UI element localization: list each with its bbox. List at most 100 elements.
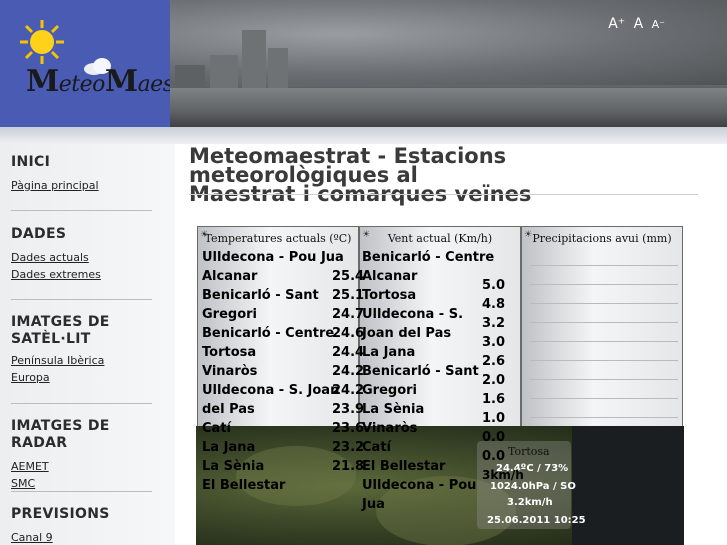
sidebar-link-peninsula-iberica[interactable]: Península Ibèrica	[11, 352, 152, 369]
wind-value: 0.0	[482, 449, 506, 464]
temperature-row: Vinaròs 24.2	[202, 362, 364, 381]
station-name: Benicarló - Sant	[202, 288, 319, 303]
temperature-value: 25.1	[332, 288, 365, 303]
wind-station-name: Jua	[362, 497, 385, 512]
temperature-row: Benicarló - Centre 24.6	[202, 324, 364, 343]
station-name: El Bellestar	[202, 478, 286, 493]
widget-grid-line	[530, 379, 678, 380]
widget-header: Precipitacions avui (mm)	[532, 232, 672, 245]
precipitation-widget[interactable]: ☀ Precipitacions avui (mm)	[521, 226, 683, 428]
wind-station-name: Catí	[362, 440, 391, 455]
temperature-value: 24.7	[332, 307, 365, 322]
sidebar-link-canal-9[interactable]: Canal 9	[11, 529, 152, 545]
page-title: Meteomaestrat - Estacions meteorològique…	[189, 146, 699, 205]
widget-grid-line	[530, 341, 678, 342]
sidebar-section-satellit: IMATGES DE SATÈL·LIT Península Ibèrica E…	[11, 314, 152, 386]
wind-station-name: Ulldecona - Pou	[362, 478, 477, 493]
temperature-value: 24.2	[332, 383, 365, 398]
sidebar-section-inici: INICI Pàgina principal	[11, 154, 152, 194]
header-divider-strip	[0, 127, 727, 144]
wind-value: 2.6	[482, 354, 506, 369]
station-name: Ulldecona - S. Joan	[202, 383, 340, 398]
font-reset-button[interactable]: A	[634, 16, 644, 32]
sidebar-divider	[11, 491, 152, 492]
sidebar-heading: IMATGES DE RADAR	[11, 418, 110, 451]
temperature-value: 24.4	[332, 345, 365, 360]
sidebar-section-dades: DADES Dades actuals Dades extremes	[11, 226, 152, 283]
site-header: MeteoMaestrat A⁺ A A⁻	[0, 0, 727, 127]
station-name: Gregori	[202, 307, 258, 322]
sidebar-link-pagina-principal[interactable]: Pàgina principal	[11, 177, 152, 194]
wind-station-name: El Bellestar	[362, 459, 446, 474]
wind-station-name: Joan del Pas	[362, 326, 452, 341]
sidebar-divider	[11, 210, 152, 211]
widget-header: Temperatures actuals (ºC)	[204, 232, 352, 245]
wind-station-name: Gregori	[362, 383, 418, 398]
station-name: Benicarló - Centre	[202, 326, 335, 341]
wind-value: 5.0	[482, 278, 506, 293]
header-banner-photo: A⁺ A A⁻	[170, 0, 727, 127]
station-name: Alcanar	[202, 269, 258, 284]
widget-grid-line	[530, 360, 678, 361]
temperature-value: 23.2	[332, 440, 365, 455]
logo-letter-m1: M	[26, 64, 59, 99]
sidebar-link-europa[interactable]: Europa	[11, 369, 152, 386]
font-increase-button[interactable]: A⁺	[608, 16, 625, 32]
temperature-row: Tortosa 24.4	[202, 343, 364, 362]
station-name: Ulldecona - Pou Jua	[202, 250, 344, 265]
banner-sea	[170, 88, 727, 127]
temperature-value: 24.2	[332, 364, 365, 379]
wind-station-name: La Sènia	[362, 402, 425, 417]
site-logo[interactable]: MeteoMaestrat	[0, 0, 213, 127]
wind-station-name: Ulldecona - S.	[362, 307, 464, 322]
logo-letter-m2: M	[104, 64, 138, 99]
banner-building	[268, 48, 288, 90]
temperature-value: 24.6	[332, 326, 365, 341]
sidebar-divider	[11, 299, 152, 300]
font-size-tools: A⁺ A A⁻	[604, 16, 665, 32]
temperature-row: Gregori 24.7	[202, 305, 364, 324]
sidebar-section-previsions: PREVISIONS Canal 9	[11, 506, 152, 545]
station-name: La Jana	[202, 440, 256, 455]
wind-value: 0.0	[482, 430, 506, 445]
map-sea	[572, 426, 684, 545]
temperature-row: Alcanar 25.4	[202, 267, 364, 286]
wind-value: 3.2	[482, 316, 506, 331]
title-divider	[189, 194, 698, 195]
sidebar-section-radar: IMATGES DE RADAR AEMET SMC	[11, 418, 152, 492]
temperature-row: La Jana 23.2	[202, 438, 364, 457]
sidebar: INICI Pàgina principal DADES Dades actua…	[0, 144, 175, 545]
widget-grid-line	[530, 284, 678, 285]
banner-building	[242, 30, 266, 92]
station-name: Vinaròs	[202, 364, 258, 379]
station-timestamp: 25.06.2011 10:25	[487, 515, 586, 526]
temperature-row: del Pas 23.9	[202, 400, 364, 419]
temperature-list: Ulldecona - Pou Jua Alcanar 25.4 Benicarló …	[202, 248, 364, 495]
temperature-row: El Bellestar	[202, 476, 358, 495]
sidebar-link-dades-extremes[interactable]: Dades extremes	[11, 266, 152, 283]
widget-grid-line	[530, 265, 678, 266]
logo-part-eteo: eteo	[58, 72, 106, 97]
widget-grid-line	[530, 398, 678, 399]
sidebar-link-dades-actuals[interactable]: Dades actuals	[11, 249, 152, 266]
sidebar-heading: DADES	[11, 226, 67, 242]
sun-icon	[20, 20, 64, 64]
sidebar-link-aemet[interactable]: AEMET	[11, 458, 152, 475]
temperature-value: 23.6	[332, 421, 365, 436]
sidebar-divider	[11, 403, 152, 404]
temperature-value: 23.9	[332, 402, 365, 417]
wind-station-name: Benicarló - Sant	[362, 364, 479, 379]
wind-value-list: 5.0 4.8 3.2 3.0 2.6 2.0 1.6 1.0 0.0 0.0 3km/h	[482, 276, 524, 485]
temperature-row: Benicarló - Sant 25.1	[202, 286, 364, 305]
temperature-row: Ulldecona - S. Joan 24.2	[202, 381, 364, 400]
widget-header: Vent actual (Km/h)	[387, 232, 493, 245]
wind-value: 1.6	[482, 392, 506, 407]
wind-station-list: Benicarló - Centre Alcanar Tortosa Ulldecon…	[362, 248, 494, 514]
temperature-value: 25.4	[332, 269, 365, 284]
wind-value: 3km/h	[482, 468, 524, 482]
station-name: La Sènia	[202, 459, 265, 474]
font-decrease-button[interactable]: A⁻	[652, 18, 665, 31]
widget-grid-line	[530, 417, 678, 418]
temperature-row: Ulldecona - Pou Jua	[202, 248, 358, 267]
sidebar-link-smc[interactable]: SMC	[11, 475, 152, 492]
